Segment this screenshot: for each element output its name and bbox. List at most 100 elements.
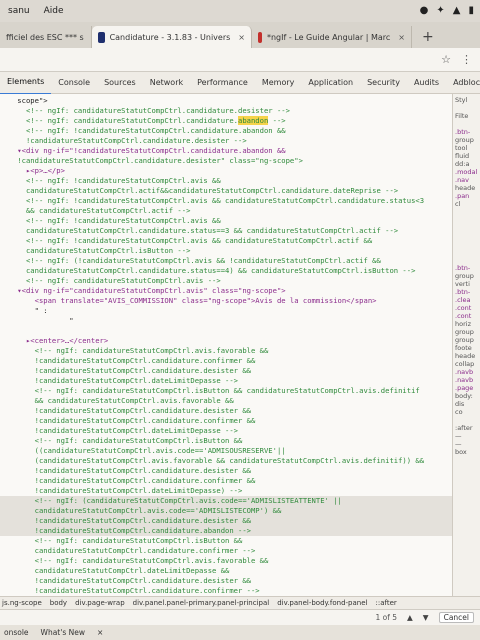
style-rule-line[interactable]: tool [455, 144, 478, 152]
style-rule-line[interactable] [455, 104, 478, 112]
style-rule-line[interactable]: .navb [455, 368, 478, 376]
dom-node-line[interactable]: <!-- ngIf: !candidatureStatutCompCtrl.av… [0, 216, 452, 226]
style-rule-line[interactable]: heade [455, 352, 478, 360]
dom-node-line[interactable]: <!-- ngIf: candidatureStatutCompCtrl.avi… [0, 556, 452, 566]
dom-node-line[interactable]: <!-- ngIf: candidatureStatutCompCtrl.isB… [0, 536, 452, 546]
dom-node-line[interactable]: <!-- ngIf: !candidatureStatutCompCtrl.av… [0, 196, 452, 206]
dom-node-line[interactable]: !candidatureStatutCompCtrl.candidature.d… [0, 466, 452, 476]
style-rule-line[interactable]: body: [455, 392, 478, 400]
dom-node-line[interactable]: !candidatureStatutCompCtrl.candidature.c… [0, 356, 452, 366]
devtools-tab-sources[interactable]: Sources [97, 72, 143, 94]
dom-node-line[interactable]: candidatureStatutCompCtrl.candidature.co… [0, 546, 452, 556]
style-rule-line[interactable]: .cont [455, 304, 478, 312]
style-rule-line[interactable]: .nav [455, 176, 478, 184]
style-rule-line[interactable] [455, 256, 478, 264]
style-rule-line[interactable] [455, 472, 478, 480]
breadcrumb-item[interactable]: div.page-wrap [75, 599, 125, 607]
breadcrumb-item[interactable]: div.panel.panel-primary.panel-principal [133, 599, 270, 607]
style-rule-line[interactable]: — [455, 432, 478, 440]
dom-node-line[interactable]: <!-- ngIf: (candidatureStatutCompCtrl.av… [0, 496, 452, 506]
dom-node-line[interactable]: !candidatureStatutCompCtrl.candidature.d… [0, 366, 452, 376]
dom-node-line[interactable]: !candidatureStatutCompCtrl.candidature.d… [0, 576, 452, 586]
dom-node-line[interactable]: !candidatureStatutCompCtrl.candidature.d… [0, 136, 452, 146]
dom-node-line[interactable]: <span translate="AVIS_COMMISSION" class=… [0, 296, 452, 306]
dom-node-line[interactable]: ((candidatureStatutCompCtrl.avis.code=='… [0, 446, 452, 456]
devtools-tab-elements[interactable]: Elements [0, 71, 52, 95]
style-rule-line[interactable]: group [455, 272, 478, 280]
search-next-button[interactable]: ▼ [423, 613, 429, 622]
style-rule-line[interactable]: — [455, 440, 478, 448]
breadcrumb-item[interactable]: div.panel-body.fond-panel [277, 599, 367, 607]
browser-tab[interactable]: *ngIf - Le Guide Angular | Marc × [252, 26, 412, 48]
devtools-tab-audits[interactable]: Audits [407, 72, 446, 94]
devtools-tab-adblock[interactable]: Adblock Plus [446, 72, 480, 94]
dom-node-line[interactable]: <!-- ngIf: !candidatureStatutCompCtrl.av… [0, 236, 452, 246]
dom-node-line[interactable]: <!-- ngIf: candidatureStatutCompCtrl.avi… [0, 276, 452, 286]
bookmark-star-icon[interactable]: ☆ [441, 53, 451, 66]
dom-node-line[interactable]: !candidatureStatutCompCtrl.candidature.d… [0, 156, 452, 166]
style-rule-line[interactable]: .btn- [455, 264, 478, 272]
style-rule-line[interactable]: horiz [455, 320, 478, 328]
dom-node-line[interactable]: candidatureStatutCompCtrl.dateLimitDepas… [0, 566, 452, 576]
dom-node-line[interactable]: " : [0, 306, 452, 316]
style-rule-line[interactable] [455, 232, 478, 240]
style-rule-line[interactable]: .modal [455, 168, 478, 176]
style-rule-line[interactable]: .clea [455, 296, 478, 304]
dom-node-line[interactable]: <!-- ngIf: candidatureStatutCompCtrl.can… [0, 106, 452, 116]
dom-node-line[interactable]: candidatureStatutCompCtrl.actif&&candida… [0, 186, 452, 196]
os-menu-item-help[interactable]: Aide [44, 6, 64, 16]
dom-node-line[interactable]: <!-- ngIf: candidatureStatutCompCtrl.can… [0, 116, 452, 126]
breadcrumb-item[interactable]: ::after [375, 599, 396, 607]
style-rule-line[interactable]: .btn- [455, 288, 478, 296]
browser-tab[interactable]: fficiel des ESC *** s × [0, 26, 92, 48]
breadcrumb-item[interactable]: body [50, 599, 67, 607]
dom-node-line[interactable]: !candidatureStatutCompCtrl.candidature.d… [0, 406, 452, 416]
dom-node-line[interactable]: && candidatureStatutCompCtrl.actif --> [0, 206, 452, 216]
dom-node-line[interactable]: !candidatureStatutCompCtrl.candidature.a… [0, 526, 452, 536]
dom-node-line[interactable]: !candidatureStatutCompCtrl.dateLimitDepa… [0, 486, 452, 496]
new-tab-button[interactable]: + [412, 26, 444, 48]
style-rule-line[interactable] [455, 216, 478, 224]
dom-node-line[interactable]: !candidatureStatutCompCtrl.dateLimitDepa… [0, 426, 452, 436]
drawer-tab-console[interactable]: onsole [4, 628, 29, 637]
style-rule-line[interactable]: dd:a [455, 160, 478, 168]
devtools-tab-memory[interactable]: Memory [255, 72, 302, 94]
style-rule-line[interactable] [455, 496, 478, 504]
dom-node-line[interactable]: (candidatureStatutCompCtrl.avis.favorabl… [0, 456, 452, 466]
style-rule-line[interactable]: .cont [455, 312, 478, 320]
dom-node-line[interactable]: " [0, 316, 452, 326]
dom-node-line[interactable]: <!-- ngIf: candidatureStatutCompCtrl.avi… [0, 346, 452, 356]
style-rule-line[interactable]: group [455, 136, 478, 144]
dom-node-line[interactable]: !candidatureStatutCompCtrl.candidature.c… [0, 586, 452, 596]
dom-node-line[interactable]: ▾<div ng-if="candidatureStatutCompCtrl.a… [0, 286, 452, 296]
dom-node-line[interactable]: <!-- ngIf: candidatureStatutCompCtrl.isB… [0, 436, 452, 446]
search-prev-button[interactable]: ▲ [407, 613, 413, 622]
style-rule-line[interactable]: .pan [455, 192, 478, 200]
style-rule-line[interactable]: fluid [455, 152, 478, 160]
extension-icon[interactable]: ● [420, 5, 429, 16]
style-rule-line[interactable]: collap [455, 360, 478, 368]
dom-node-line[interactable]: candidatureStatutCompCtrl.candidature.st… [0, 266, 452, 276]
browser-tab-active[interactable]: Candidature - 3.1.83 - Univers × [92, 26, 252, 48]
close-icon[interactable]: × [398, 33, 405, 42]
style-rule-line[interactable]: .btn- [455, 128, 478, 136]
close-icon[interactable]: × [238, 33, 245, 42]
styles-sidebar[interactable]: Styl Filte .btn-group tool fluid dd:a .modal .n… [452, 94, 480, 596]
style-rule-line[interactable]: heade [455, 184, 478, 192]
dom-node-line[interactable]: <!-- ngIf: (!candidatureStatutCompCtrl.a… [0, 256, 452, 266]
elements-dom-tree[interactable]: scope"> <!-- ngIf: candidatureStatutComp… [0, 94, 452, 596]
style-rule-line[interactable]: dis [455, 400, 478, 408]
style-rule-line[interactable] [455, 120, 478, 128]
devtools-tab-application[interactable]: Application [301, 72, 360, 94]
dropbox-icon[interactable]: ✦ [436, 5, 444, 16]
breadcrumb-item[interactable]: js.ng-scope [2, 599, 42, 607]
style-rule-line[interactable] [455, 240, 478, 248]
dom-node-line[interactable]: <!-- ngIf: candidatureStatutCompCtrl.isB… [0, 386, 452, 396]
os-menu-item[interactable]: sanu [8, 6, 30, 16]
dom-node-line[interactable]: candidatureStatutCompCtrl.candidature.st… [0, 226, 452, 236]
style-rule-line[interactable]: Filte [455, 112, 478, 120]
devtools-tab-console[interactable]: Console [51, 72, 97, 94]
style-rule-line[interactable] [455, 480, 478, 488]
wifi-icon[interactable]: ▲ [453, 5, 461, 16]
devtools-tab-network[interactable]: Network [143, 72, 190, 94]
